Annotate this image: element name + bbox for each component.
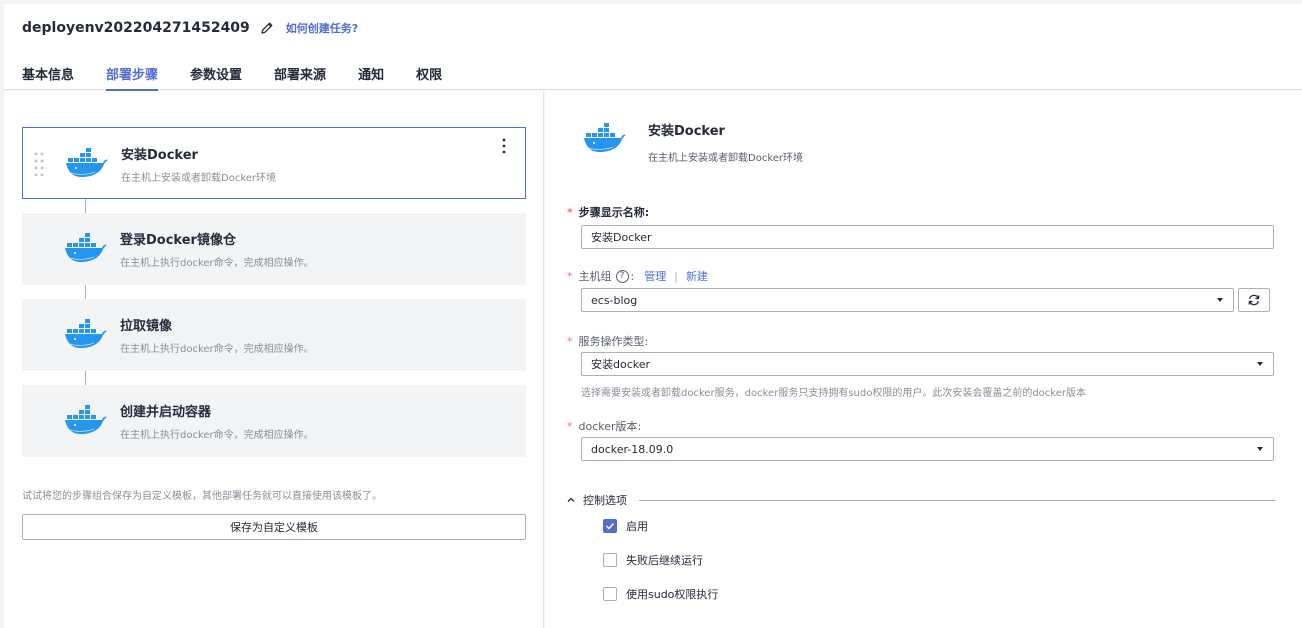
step-description: 在主机上安装或者卸载Docker环境: [121, 173, 277, 184]
docker-whale-icon: [65, 148, 109, 180]
caret-down-icon: [1217, 298, 1223, 302]
option-run-with-sudo[interactable]: 使用sudo权限执行: [603, 586, 718, 602]
control-options-toggle[interactable]: 控制选项: [567, 492, 1275, 508]
host-group-colon: :: [630, 269, 635, 283]
step-description: 在主机上执行docker命令，完成相应操作。: [120, 258, 314, 269]
link-separator: |: [674, 269, 678, 283]
step-card-create-container[interactable]: 创建并启动容器 在主机上执行docker命令，完成相应操作。: [22, 385, 526, 457]
refresh-icon: [1248, 294, 1260, 306]
required-mark: *: [567, 419, 573, 433]
host-group-select[interactable]: ecs-blog: [581, 288, 1234, 312]
manage-host-group-link[interactable]: 管理: [644, 268, 666, 284]
chevron-up-icon: [567, 497, 575, 502]
create-host-group-link[interactable]: 新建: [686, 268, 708, 284]
docker-version-value: docker-18.09.0: [591, 442, 674, 456]
host-group-label-text: 主机组: [578, 270, 612, 283]
step-connector: [85, 285, 86, 299]
docker-whale-icon: [64, 319, 108, 351]
docker-whale-icon: [64, 233, 108, 265]
step-description: 在主机上执行docker命令，完成相应操作。: [120, 344, 314, 355]
task-name: deployenv202204271452409: [22, 20, 250, 36]
more-vertical-icon[interactable]: [501, 138, 507, 154]
option-enable[interactable]: 启用: [603, 518, 648, 534]
tab-deploy-source[interactable]: 部署来源: [274, 64, 326, 91]
template-tip: 试试将您的步骤组合保存为自定义模板，其他部署任务就可以直接使用该模板了。: [22, 491, 382, 502]
tab-parameters[interactable]: 参数设置: [190, 64, 242, 91]
option-continue-on-failure[interactable]: 失败后继续运行: [603, 552, 703, 568]
docker-whale-icon: [64, 405, 108, 437]
step-list-panel: 安装Docker 在主机上安装或者卸载Docker环境 登录Docker镜像仓 …: [4, 91, 544, 628]
step-detail-panel: 安装Docker 在主机上安装或者卸载Docker环境 * 步骤显示名称: 安装…: [545, 91, 1302, 628]
tab-basic-info[interactable]: 基本信息: [22, 64, 74, 91]
enable-checkbox[interactable]: [603, 519, 617, 533]
step-title: 拉取镜像: [120, 319, 173, 334]
step-card-install-docker[interactable]: 安装Docker 在主机上安装或者卸载Docker环境: [22, 127, 526, 199]
tab-permissions[interactable]: 权限: [416, 64, 442, 91]
step-connector: [85, 371, 86, 385]
operation-type-label: * 服务操作类型:: [567, 333, 648, 349]
host-group-label: * 主机组 ? : 管理 | 新建: [567, 268, 708, 284]
step-title: 安装Docker: [121, 148, 198, 163]
enable-label: 启用: [626, 520, 648, 533]
step-title: 创建并启动容器: [120, 405, 212, 420]
pencil-icon[interactable]: [260, 21, 274, 35]
step-connector: [85, 199, 86, 213]
operation-type-hint: 选择需要安装或者卸载docker服务，docker服务只支持拥有sudo权限的用…: [581, 388, 1086, 399]
drag-handle-icon[interactable]: [34, 152, 44, 177]
run-with-sudo-checkbox[interactable]: [603, 587, 617, 601]
run-with-sudo-label: 使用sudo权限执行: [626, 588, 719, 601]
refresh-host-group-button[interactable]: [1238, 288, 1270, 312]
section-divider: [639, 499, 1275, 501]
step-title: 登录Docker镜像仓: [120, 233, 236, 248]
required-mark: *: [567, 269, 573, 283]
step-card-login-registry[interactable]: 登录Docker镜像仓 在主机上执行docker命令，完成相应操作。: [22, 213, 526, 285]
host-group-value: ecs-blog: [591, 293, 638, 307]
docker-version-label: * docker版本:: [567, 418, 641, 434]
tab-notification[interactable]: 通知: [358, 64, 384, 91]
step-name-input[interactable]: 安装Docker: [581, 225, 1274, 249]
docker-whale-icon: [583, 123, 627, 155]
detail-title: 安装Docker: [648, 124, 725, 139]
required-mark: *: [567, 334, 573, 348]
step-name-label-text: 步骤显示名称:: [578, 206, 650, 219]
required-mark: *: [567, 205, 573, 219]
operation-type-value: 安装docker: [591, 358, 651, 371]
control-options-title: 控制选项: [583, 494, 627, 507]
caret-down-icon: [1257, 362, 1263, 366]
docker-version-select[interactable]: docker-18.09.0: [581, 437, 1274, 461]
tab-bar: 基本信息 部署步骤 参数设置 部署来源 通知 权限: [22, 64, 474, 91]
check-icon: [605, 522, 615, 530]
operation-type-label-text: 服务操作类型:: [578, 335, 649, 348]
save-as-template-button[interactable]: 保存为自定义模板: [22, 514, 526, 540]
continue-on-failure-checkbox[interactable]: [603, 553, 617, 567]
caret-down-icon: [1257, 447, 1263, 451]
step-description: 在主机上执行docker命令，完成相应操作。: [120, 430, 314, 441]
step-name-label: * 步骤显示名称:: [567, 204, 649, 220]
task-header: deployenv202204271452409 如何创建任务? 基本信息 部署…: [4, 4, 1302, 91]
how-to-create-task-link[interactable]: 如何创建任务?: [286, 20, 358, 36]
detail-description: 在主机上安装或者卸载Docker环境: [648, 153, 804, 164]
tab-deploy-steps[interactable]: 部署步骤: [106, 64, 159, 91]
help-icon[interactable]: ?: [615, 269, 629, 283]
title-row: deployenv202204271452409 如何创建任务?: [22, 20, 358, 36]
continue-on-failure-label: 失败后继续运行: [626, 554, 703, 567]
step-card-pull-image[interactable]: 拉取镜像 在主机上执行docker命令，完成相应操作。: [22, 299, 526, 371]
docker-version-label-text: docker版本:: [578, 420, 642, 433]
operation-type-select[interactable]: 安装docker: [581, 352, 1274, 376]
